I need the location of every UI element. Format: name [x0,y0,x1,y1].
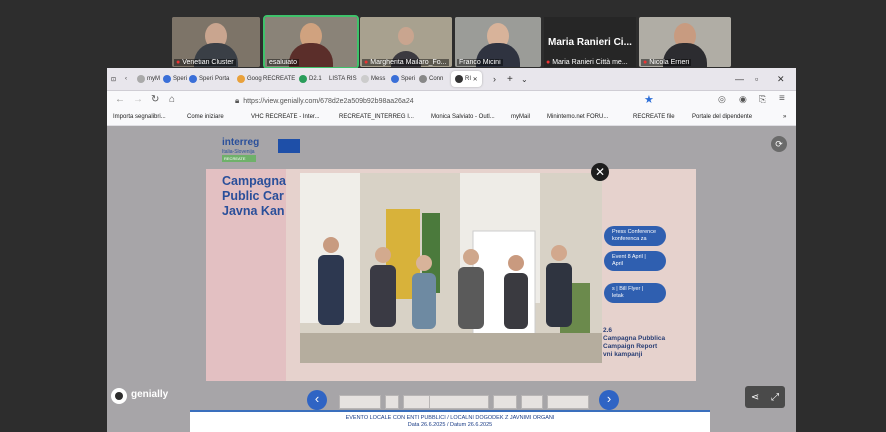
chevron-more-icon[interactable]: » [783,114,786,120]
partner-logo [339,395,381,409]
bookmark-item[interactable]: Portale del dipendente [692,114,752,120]
mic-muted-icon: ● [176,59,181,66]
participant-name: Maria Ranieri Città me... [552,59,628,66]
browser-tab[interactable]: Speri [163,71,187,87]
maximize-icon[interactable]: ▫ [755,71,758,87]
bookmark-item[interactable]: Monica Salviato - Outl... [431,114,495,120]
mic-muted-icon: ● [546,59,551,66]
browser-tab[interactable]: myM [137,71,160,87]
mic-muted-icon: ● [364,59,369,66]
address-bar[interactable]: 🔒︎ https://view.genially.com/678d2e2a509… [235,93,669,109]
chevron-left-icon[interactable]: ‹ [125,71,127,87]
genially-logo[interactable]: genially [109,388,169,404]
footer-line: Data 26.6.2025 / Datum 26.6.2025 [407,422,493,428]
browser-tab[interactable]: LISTA RIS [329,71,357,87]
participant-tile[interactable]: ● Venetian Cluster [172,17,260,67]
fullscreen-icon[interactable]: ⤢ [771,392,779,403]
browser-tab[interactable]: Speri [189,71,213,87]
slide-pill-button[interactable]: s | Bill Flyer | letak [604,283,666,303]
browser-tab-active[interactable]: RI ✕ [451,71,482,87]
extensions-icon[interactable]: ⎘ [759,94,766,105]
account-icon[interactable]: ◉ [739,94,747,105]
participant-name: Venetian Cluster [182,59,234,66]
browser-tab[interactable]: Porta [215,71,229,87]
browser-tab[interactable]: Mess [361,71,385,87]
partner-logo [429,395,489,409]
participant-strip: ● Venetian Cluster esaluiato ● Margherita … [0,0,886,69]
chevron-left-icon[interactable]: ‹ [307,390,327,410]
tab-bar: ⊡ ‹ myM Speri Speri Porta Goog RECREATE … [107,68,796,91]
genially-viewer: interreg Italia-Slovenija RECREATE Campa… [107,126,796,432]
project-tag: RECREATE [222,155,256,162]
new-tab-icon[interactable]: + [507,71,513,87]
bookmark-item[interactable]: Minintemo.net FORU... [547,114,608,120]
participant-name: esaluiato [269,59,298,66]
url-text: https://view.genially.com/678d2e2a509b92… [243,97,414,105]
participant-tile[interactable]: Maria Ranieri Ci... ● Maria Ranieri Citt… [544,17,636,67]
group-photo [300,173,602,363]
participant-tile[interactable]: ● Nicola Errieri [639,17,731,67]
forward-icon[interactable]: → [133,94,143,105]
slide-pill-button[interactable]: Event 8 April | April [604,251,666,271]
partner-logo [547,395,589,409]
slide-side-text: 2.6 Campagna Pubblica Campaign Report vn… [603,327,666,358]
bookmark-item[interactable]: myMail [511,114,530,120]
bookmark-item[interactable]: VHC RECREATE - Inter... [251,114,320,120]
photo-image [300,173,602,363]
participant-name: Margherita Mailaro_Fo... [370,59,447,66]
chevron-right-icon[interactable]: › [599,390,619,410]
home-icon[interactable]: ⌂ [169,94,175,105]
shield-icon[interactable]: ◎ [718,94,726,105]
footer-line: EVENTO LOCALE CON ENTI PUBBLICI / LOCALN… [345,415,555,421]
reload-icon[interactable]: ↻ [151,94,159,105]
reload-icon[interactable]: ⟳ [771,136,787,152]
close-window-icon[interactable]: ✕ [777,71,785,87]
bookmark-item[interactable]: Come iniziare [187,114,224,120]
participant-tile[interactable]: Franco Micini [455,17,541,67]
participant-tile[interactable]: ● Margherita Mailaro_Fo... [360,17,452,67]
participant-name: Nicola Errieri [649,59,690,66]
chevron-down-icon[interactable]: ⌄ [521,71,528,87]
partner-logo [493,395,517,409]
campaign-title: Campagna Public Car Javna Kan [222,174,286,218]
close-icon[interactable]: ✕ [591,163,609,181]
menu-icon[interactable]: ≡ [779,93,785,104]
viewer-controls: ⋖ ⤢ [745,386,785,408]
browser-window: ⊡ ‹ myM Speri Speri Porta Goog RECREATE … [107,68,796,432]
bookmark-item[interactable]: RECREATE_INTERREG I... [339,114,414,120]
bookmarks-bar: Importa segnalibri... Come iniziare VHC … [107,111,796,126]
browser-tab[interactable]: D2.1 [299,71,322,87]
slide-pill-button[interactable]: Press Conference konferenca za [604,226,666,246]
back-icon[interactable]: ← [115,94,125,105]
lock-icon: 🔒︎ [235,96,240,105]
eu-flag-icon [278,139,300,153]
minimize-icon[interactable]: — [735,71,744,87]
sidebar-icon[interactable]: ⊡ [111,71,116,87]
participant-tile[interactable]: esaluiato [263,15,359,69]
mic-muted-icon: ● [643,59,648,66]
chevron-right-icon[interactable]: › [493,71,496,87]
genially-icon [111,388,127,404]
interreg-logo: interreg [222,137,260,148]
partner-logo [385,395,399,409]
document-footer: EVENTO LOCALE CON ENTI PUBBLICI / LOCALN… [190,410,710,432]
browser-tab[interactable]: Conn [419,71,443,87]
share-icon[interactable]: ⋖ [751,392,759,403]
browser-tab[interactable]: Speri [391,71,415,87]
bookmark-item[interactable]: Importa segnalibri... [113,114,166,120]
browser-tab[interactable]: RECREATE [263,71,295,87]
partner-logo [521,395,543,409]
participant-initials: Maria Ranieri Ci... [548,37,632,48]
browser-tab[interactable]: Goog [237,71,262,87]
bookmark-item[interactable]: RECREATE file [633,114,675,120]
participant-name: Franco Micini [459,59,501,66]
